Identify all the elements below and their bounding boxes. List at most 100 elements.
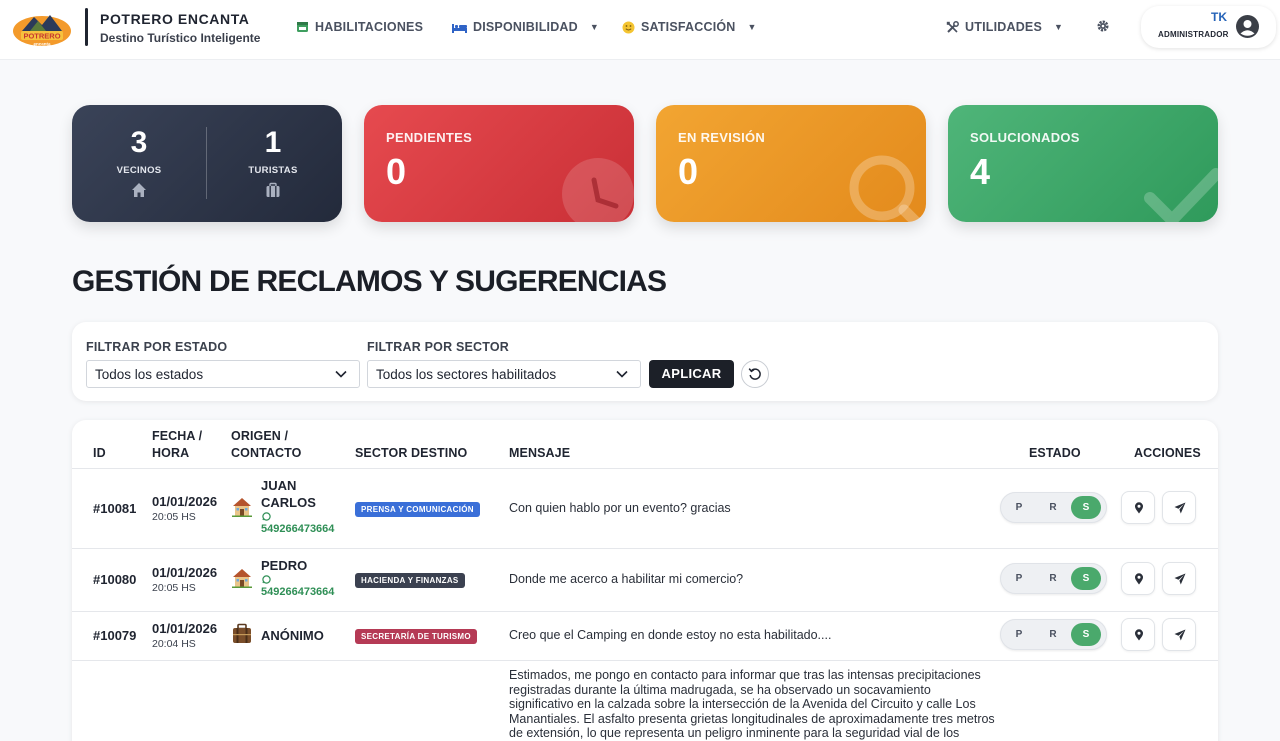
status-r-button[interactable]: R xyxy=(1038,623,1068,646)
nav-label: DISPONIBILIDAD xyxy=(473,20,578,34)
header-acciones: ACCIONES xyxy=(1134,446,1201,460)
nav-utilidades[interactable]: UTILIDADES ▼ xyxy=(946,19,1063,35)
sector-badge: PRENSA Y COMUNICACIÓN xyxy=(355,502,480,517)
status-toggle: P R S xyxy=(1000,563,1107,594)
row-divider xyxy=(72,548,1218,549)
stat-value: 3 xyxy=(130,126,148,159)
filter-panel: FILTRAR POR ESTADO Todos los estados FIL… xyxy=(72,322,1218,401)
row-date: 01/01/2026 xyxy=(152,621,218,636)
user-menu[interactable]: TK ADMINISTRADOR xyxy=(1141,6,1276,48)
sector-filter-label: FILTRAR POR SECTOR xyxy=(367,340,510,354)
sector-select[interactable]: Todos los sectores habilitados xyxy=(367,360,641,388)
row-date: 01/01/2026 xyxy=(152,494,218,509)
message-line: Manantiales. El asfalto presenta grietas… xyxy=(509,711,995,726)
header-mensaje: MENSAJE xyxy=(509,446,571,460)
location-button[interactable] xyxy=(1121,618,1155,651)
header-origen-line2: CONTACTO xyxy=(231,446,302,460)
stat-value: 4 xyxy=(970,151,991,192)
user-role: ADMINISTRADOR xyxy=(1158,30,1229,39)
header-divider xyxy=(72,468,1218,469)
home-icon xyxy=(132,183,146,197)
status-s-button[interactable]: S xyxy=(1071,496,1101,519)
brand-subtitle: Destino Turístico Inteligente xyxy=(100,31,261,45)
row-message: Con quien hablo por un evento? gracias xyxy=(509,501,731,515)
apply-filter-button[interactable]: APLICAR xyxy=(649,360,734,388)
row-contact: PEDRO 549266473664 xyxy=(261,557,334,599)
status-s-button[interactable]: S xyxy=(1071,567,1101,590)
status-p-button[interactable]: P xyxy=(1004,496,1034,519)
sector-badge: HACIENDA Y FINANZAS xyxy=(355,573,465,588)
row-time: 20:05 HS xyxy=(152,582,196,594)
paper-plane-icon xyxy=(1174,573,1186,585)
row-time: 20:05 HS xyxy=(152,511,196,523)
smile-icon xyxy=(622,21,635,33)
stat-label: EN REVISIÓN xyxy=(678,130,766,145)
status-p-button[interactable]: P xyxy=(1004,623,1034,646)
header-origen: ORIGEN / CONTACTO xyxy=(231,428,301,462)
stat-card-solucionados[interactable]: SOLUCIONADOS 4 xyxy=(948,105,1218,222)
estado-select[interactable]: Todos los estados xyxy=(86,360,360,388)
check-icon xyxy=(1144,168,1218,222)
status-r-button[interactable]: R xyxy=(1038,496,1068,519)
gear-icon[interactable] xyxy=(1096,19,1110,33)
user-avatar-icon xyxy=(1236,15,1259,38)
stat-card-population: 3 VECINOS 1 TURISTAS xyxy=(72,105,342,222)
send-button[interactable] xyxy=(1162,491,1196,524)
contact-phone-link[interactable]: 549266473664 xyxy=(261,585,334,599)
chevron-down-icon: ▼ xyxy=(589,22,599,32)
chevron-down-icon: ▼ xyxy=(747,22,757,32)
luggage-icon xyxy=(233,623,251,643)
row-id: #10079 xyxy=(93,628,137,643)
stat-card-pendientes[interactable]: PENDIENTES 0 xyxy=(364,105,634,222)
whatsapp-icon xyxy=(262,575,271,584)
clock-icon xyxy=(562,158,634,222)
reset-icon xyxy=(748,368,761,380)
stat-label: VECINOS xyxy=(116,165,162,176)
store-icon xyxy=(297,22,308,32)
send-button[interactable] xyxy=(1162,618,1196,651)
brand-separator xyxy=(85,8,88,46)
stat-value: 1 xyxy=(264,126,282,159)
header-estado: ESTADO xyxy=(1029,446,1081,460)
status-s-button[interactable]: S xyxy=(1071,623,1101,646)
contact-name: ANÓNIMO xyxy=(261,628,324,643)
stat-label: SOLUCIONADOS xyxy=(970,130,1080,145)
row-datetime: 01/01/2026 20:04 HS xyxy=(152,621,217,650)
nav-label: HABILITACIONES xyxy=(315,20,424,34)
stat-value: 0 xyxy=(386,151,407,192)
chevron-down-icon xyxy=(335,370,347,378)
nav-disponibilidad[interactable]: DISPONIBILIDAD ▼ xyxy=(452,19,599,35)
status-r-button[interactable]: R xyxy=(1038,567,1068,590)
sector-badge: SECRETARÍA DE TURISMO xyxy=(355,629,477,644)
reset-filter-button[interactable] xyxy=(741,360,769,388)
row-datetime: 01/01/2026 20:05 HS xyxy=(152,565,217,594)
stat-card-en-revision[interactable]: EN REVISIÓN 0 xyxy=(656,105,926,222)
search-icon xyxy=(849,155,924,222)
row-contact: ANÓNIMO xyxy=(261,627,324,644)
location-button[interactable] xyxy=(1121,562,1155,595)
row-date: 01/01/2026 xyxy=(152,565,218,580)
header-origen-line1: ORIGEN / xyxy=(231,429,289,443)
header-fecha: FECHA / HORA xyxy=(152,428,202,462)
estado-filter-label: FILTRAR POR ESTADO xyxy=(86,340,228,354)
contact-phone-link[interactable]: 549266473664 xyxy=(261,522,334,536)
potrero-logo[interactable]: POTRERO encanta xyxy=(12,9,72,47)
estado-select-value: Todos los estados xyxy=(95,367,204,382)
whatsapp-icon xyxy=(262,512,271,521)
location-button[interactable] xyxy=(1121,491,1155,524)
row-contact: JUAN CARLOS 549266473664 xyxy=(261,477,334,536)
nav-label: UTILIDADES xyxy=(965,20,1042,34)
message-line: Estimados, me pongo en contacto para inf… xyxy=(509,668,981,682)
header-fecha-line2: HORA xyxy=(152,446,190,460)
contact-name: PEDRO xyxy=(261,558,308,573)
paper-plane-icon xyxy=(1174,502,1186,514)
status-toggle: P R S xyxy=(1000,619,1107,650)
nav-satisfaccion[interactable]: SATISFACCIÓN ▼ xyxy=(622,19,757,35)
nav-habilitaciones[interactable]: HABILITACIONES xyxy=(296,19,423,35)
brand-title[interactable]: POTRERO ENCANTA xyxy=(100,11,250,27)
send-button[interactable] xyxy=(1162,562,1196,595)
message-line: significativo en la calzada sobre la int… xyxy=(509,697,976,712)
status-p-button[interactable]: P xyxy=(1004,567,1034,590)
message-line: de extensión, lo que representa un pelig… xyxy=(509,726,960,741)
svg-text:encanta: encanta xyxy=(33,42,51,47)
